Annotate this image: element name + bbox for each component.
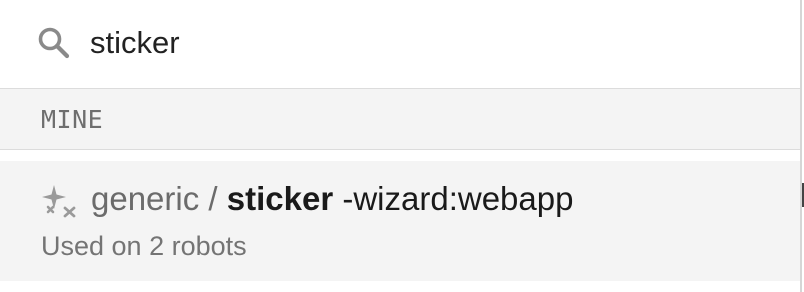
search-icon (37, 26, 71, 60)
list-end-spacer (0, 281, 800, 292)
search-input[interactable] (90, 20, 770, 66)
search-panel: MINE generic / sticker -wizard:webapp Us… (0, 0, 802, 292)
result-subtitle: Used on 2 robots (41, 231, 247, 261)
section-header-mine: MINE (0, 88, 800, 150)
result-item[interactable]: generic / sticker -wizard:webapp Used on… (0, 161, 800, 281)
result-separator: / (199, 180, 227, 217)
result-title: generic / sticker -wizard:webapp (91, 180, 573, 218)
result-name: sticker (226, 180, 334, 217)
result-namespace: generic (91, 180, 200, 217)
search-bar (0, 0, 800, 88)
section-header-label: MINE (41, 105, 104, 134)
divider (0, 150, 800, 161)
result-suffix: -wizard:webapp (333, 180, 574, 217)
sparkle-icon (42, 183, 78, 219)
